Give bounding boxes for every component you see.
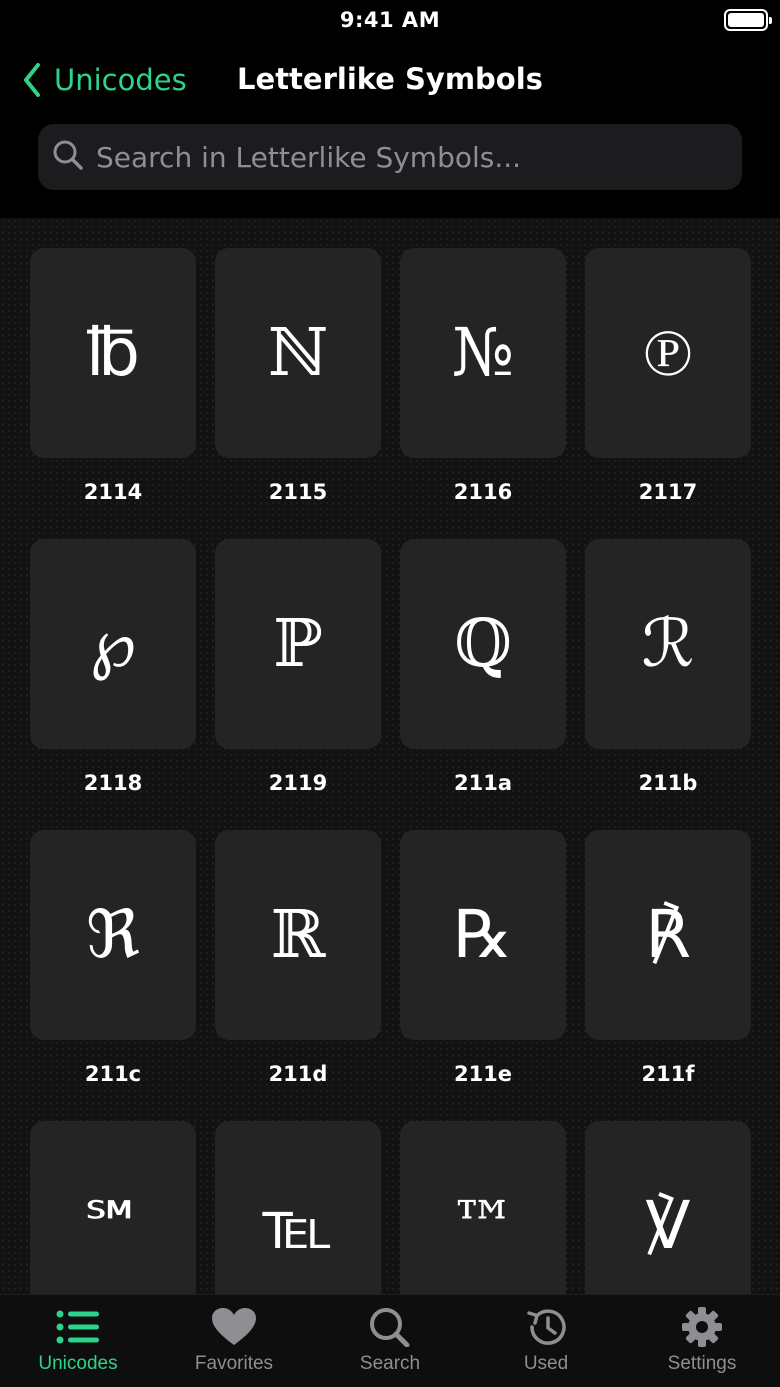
- tab-label: Unicodes: [38, 1353, 118, 1374]
- battery-icon: [724, 9, 772, 31]
- search-icon: [52, 139, 84, 175]
- symbol-tile[interactable]: ℟: [585, 830, 751, 1040]
- symbol-tile[interactable]: ℕ: [215, 248, 381, 458]
- symbol-tile[interactable]: ℚ: [400, 539, 566, 749]
- symbol-glyph: ℣: [645, 1187, 691, 1264]
- symbol-tile[interactable]: ℜ: [30, 830, 196, 1040]
- symbol-tile[interactable]: ™: [400, 1121, 566, 1294]
- symbol-tile[interactable]: ℘: [30, 539, 196, 749]
- symbol-grid: ℔ 2114 ℕ 2115 № 2116 ℗ 2117 ℘ 2118 ℙ 2119 ℚ 211…: [30, 248, 751, 1294]
- symbol-glyph: ℕ: [267, 314, 329, 391]
- tab-used[interactable]: Used: [468, 1295, 624, 1387]
- symbol-tile[interactable]: №: [400, 248, 566, 458]
- symbol-code: 2117: [638, 480, 698, 504]
- tab-label: Settings: [667, 1353, 737, 1374]
- symbol-cell[interactable]: ℛ 211b: [585, 539, 751, 795]
- symbol-cell[interactable]: ℜ 211c: [30, 830, 196, 1086]
- tab-label: Favorites: [194, 1353, 274, 1374]
- status-time: 9:41 AM: [339, 8, 441, 32]
- tab-favorites[interactable]: Favorites: [156, 1295, 312, 1387]
- symbol-glyph: ℔: [86, 314, 140, 391]
- tab-label: Used: [523, 1353, 569, 1374]
- symbol-grid-area[interactable]: ℔ 2114 ℕ 2115 № 2116 ℗ 2117 ℘ 2118 ℙ 2119 ℚ 211…: [0, 218, 780, 1294]
- symbol-glyph: ℚ: [454, 605, 512, 682]
- tab-settings[interactable]: Settings: [624, 1295, 780, 1387]
- symbol-glyph: ℠: [79, 1187, 147, 1264]
- symbol-glyph: ℟: [645, 896, 691, 973]
- symbol-glyph: ℘: [89, 605, 137, 682]
- symbol-code: 211a: [453, 771, 512, 795]
- symbol-tile[interactable]: ℛ: [585, 539, 751, 749]
- symbol-glyph: ℝ: [270, 896, 326, 973]
- symbol-cell[interactable]: ™2122: [400, 1121, 566, 1294]
- symbol-cell[interactable]: ℣2123: [585, 1121, 751, 1294]
- symbol-cell[interactable]: ℞ 211e: [400, 830, 566, 1086]
- tab-label: Search: [359, 1353, 421, 1374]
- symbol-glyph: ℙ: [273, 605, 323, 682]
- symbol-tile[interactable]: ℡: [215, 1121, 381, 1294]
- symbol-code: 2114: [83, 480, 143, 504]
- symbol-cell[interactable]: ℔ 2114: [30, 248, 196, 504]
- tab-search[interactable]: Search: [312, 1295, 468, 1387]
- symbol-glyph: ℞: [453, 896, 513, 973]
- symbol-tile[interactable]: ℗: [585, 248, 751, 458]
- symbol-glyph: ℡: [262, 1187, 334, 1264]
- symbol-code: 2119: [268, 771, 328, 795]
- symbol-cell[interactable]: ℕ 2115: [215, 248, 381, 504]
- search-input[interactable]: [84, 127, 742, 187]
- symbol-cell[interactable]: ℟ 211f: [585, 830, 751, 1086]
- symbol-code: 2118: [83, 771, 143, 795]
- list-icon: [55, 1307, 101, 1347]
- symbol-code: 211e: [453, 1062, 513, 1086]
- symbol-code: 211d: [268, 1062, 328, 1086]
- symbol-tile[interactable]: ℣: [585, 1121, 751, 1294]
- status-bar: 9:41 AM: [0, 0, 780, 44]
- symbol-code: 211b: [638, 771, 698, 795]
- symbol-glyph: ℗: [642, 314, 694, 391]
- gear-icon: [679, 1307, 725, 1347]
- navigation-bar: Unicodes Letterlike Symbols: [0, 50, 780, 110]
- symbol-tile[interactable]: ℝ: [215, 830, 381, 1040]
- symbol-tile[interactable]: ℠: [30, 1121, 196, 1294]
- symbol-cell[interactable]: ℗ 2117: [585, 248, 751, 504]
- symbol-cell[interactable]: ℚ 211a: [400, 539, 566, 795]
- history-icon: [523, 1307, 569, 1347]
- symbol-glyph: ℜ: [86, 896, 140, 973]
- symbol-glyph: №: [451, 314, 515, 391]
- symbol-cell[interactable]: ℝ 211d: [215, 830, 381, 1086]
- symbol-code: 2116: [453, 480, 513, 504]
- symbol-cell[interactable]: № 2116: [400, 248, 566, 504]
- symbol-tile[interactable]: ℞: [400, 830, 566, 1040]
- symbol-cell[interactable]: ℠2120: [30, 1121, 196, 1294]
- heart-icon: [211, 1307, 257, 1347]
- page-title: Letterlike Symbols: [237, 62, 543, 96]
- symbol-cell[interactable]: ℘ 2118: [30, 539, 196, 795]
- symbol-code: 2115: [268, 480, 328, 504]
- symbol-tile[interactable]: ℙ: [215, 539, 381, 749]
- symbol-code: 211f: [641, 1062, 695, 1086]
- symbol-code: 211c: [84, 1062, 142, 1086]
- symbol-glyph: ™: [450, 1187, 516, 1264]
- tab-bar: Unicodes Favorites Search Used Settings: [0, 1294, 780, 1387]
- symbol-glyph: ℛ: [641, 605, 695, 682]
- tab-unicodes[interactable]: Unicodes: [0, 1295, 156, 1387]
- symbol-cell[interactable]: ℙ 2119: [215, 539, 381, 795]
- search-icon: [367, 1307, 413, 1347]
- symbol-tile[interactable]: ℔: [30, 248, 196, 458]
- symbol-cell[interactable]: ℡2121: [215, 1121, 381, 1294]
- search-bar[interactable]: [38, 124, 742, 190]
